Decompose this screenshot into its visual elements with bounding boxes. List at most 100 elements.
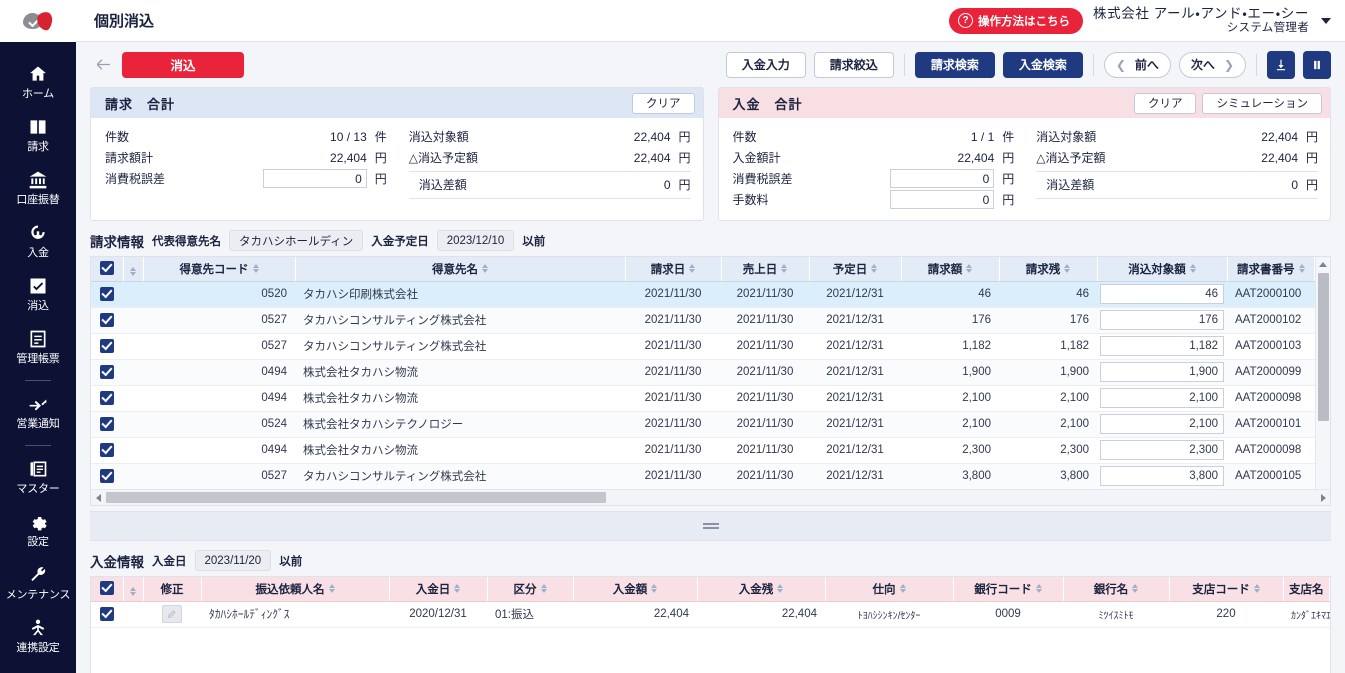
col-branch-name[interactable]: 支店名 (1283, 577, 1330, 602)
app-logo[interactable] (0, 0, 76, 42)
col-target-amount[interactable]: 消込対象額 (1097, 257, 1228, 282)
col-bill-date[interactable]: 請求日 (625, 257, 722, 282)
next-page-button[interactable]: 次へ ❯ (1178, 51, 1246, 78)
row-checkbox-cell[interactable] (91, 281, 123, 308)
sort-icon[interactable] (689, 264, 696, 274)
sidebar-item-report[interactable]: 管理帳票 (0, 321, 76, 374)
scroll-thumb[interactable] (1318, 273, 1329, 421)
deposit-search-button[interactable]: 入金検索 (1002, 51, 1083, 78)
cell-target-amount[interactable]: 46 (1097, 281, 1227, 308)
billing-clear-button[interactable]: クリア (632, 92, 695, 114)
col-invoice-no[interactable]: 請求書番号 (1227, 257, 1315, 282)
cell-target-amount[interactable]: 2,300 (1097, 437, 1227, 464)
billing-tax-diff-input[interactable] (262, 169, 367, 188)
table-row[interactable]: ﾀｶﾊｼﾎｰﾙﾃﾞｨﾝｸﾞｽ 2020/12/31 01:振込 22,404 22,40… (91, 601, 1330, 628)
scroll-thumb-h[interactable] (106, 492, 606, 503)
table-row[interactable]: 0494 株式会社タカハシ物流 2021/11/30 2021/11/30 2021/1… (91, 359, 1315, 386)
target-amount-input[interactable]: 46 (1100, 284, 1224, 304)
cell-target-amount[interactable]: 176 (1097, 307, 1227, 334)
col-bank-code[interactable]: 銀行コード (953, 577, 1064, 602)
row-checkbox[interactable] (100, 338, 114, 353)
sort-icon[interactable] (1132, 584, 1139, 594)
sidebar-item-maintenance[interactable]: メンテナンス (0, 557, 76, 610)
sort-icon[interactable] (540, 584, 547, 594)
row-checkbox[interactable] (100, 442, 114, 457)
col-balance[interactable]: 請求残 (999, 257, 1098, 282)
col-customer-code[interactable]: 得意先コード (143, 257, 296, 282)
deposit-tax-diff-input[interactable] (890, 169, 995, 188)
row-checkbox-cell[interactable] (91, 333, 123, 360)
col-sales-date[interactable]: 売上日 (721, 257, 810, 282)
billing-horizontal-scrollbar[interactable] (91, 489, 1330, 505)
deposit-date-value[interactable]: 2023/11/20 (194, 550, 272, 571)
target-amount-input[interactable]: 1,182 (1100, 336, 1224, 356)
sort-icon[interactable] (252, 264, 259, 274)
sidebar-item-bank-transfer[interactable]: 口座振替 (0, 162, 76, 215)
deposit-input-button[interactable]: 入金入力 (725, 51, 806, 78)
table-row[interactable]: 0527タカハシコンサルティング株式会社2021/11/302021/11/30… (91, 463, 1315, 490)
col-deposit-amount[interactable]: 入金額 (573, 577, 698, 602)
cell-target-amount[interactable]: 2,100 (1097, 385, 1227, 412)
sort-icon[interactable] (130, 266, 136, 276)
sort-icon[interactable] (130, 586, 136, 596)
sort-icon[interactable] (651, 584, 658, 594)
scroll-up-icon[interactable] (1316, 257, 1330, 271)
col-customer-name[interactable]: 得意先名 (295, 257, 626, 282)
row-checkbox-cell[interactable] (91, 411, 123, 438)
billing-sort-header[interactable] (123, 257, 144, 282)
sidebar-item-clearing[interactable]: 消込 (0, 268, 76, 321)
table-row[interactable]: 0520 タカハシ印刷株式会社 2021/11/30 2021/11/30 2021/1… (91, 281, 1315, 308)
cell-target-amount[interactable]: 3,800 (1097, 463, 1227, 490)
download-button[interactable] (1267, 50, 1295, 79)
sidebar-item-invoice[interactable]: 請求 (0, 109, 76, 162)
deposit-sort-header[interactable] (123, 577, 144, 602)
row-checkbox-cell[interactable] (91, 307, 123, 334)
scroll-left-icon[interactable] (91, 490, 105, 505)
table-row[interactable]: 0494 株式会社タカハシ物流 2021/11/30 2021/11/30 2021/1… (91, 437, 1315, 464)
col-branch-code[interactable]: 支店コード (1169, 577, 1284, 602)
sort-icon[interactable] (777, 584, 784, 594)
sidebar-item-sales-notice[interactable]: 営業通知 (0, 386, 76, 439)
caret-down-icon[interactable] (1321, 17, 1331, 24)
sidebar-item-home[interactable]: ホーム (0, 56, 76, 109)
sort-icon[interactable] (454, 584, 461, 594)
target-amount-input[interactable]: 2,300 (1100, 440, 1224, 460)
row-checkbox[interactable] (100, 286, 114, 301)
sidebar-item-settings[interactable]: 設定 (0, 504, 76, 557)
row-checkbox[interactable] (100, 416, 114, 431)
deposit-fee-input[interactable] (890, 190, 995, 209)
sort-icon[interactable] (1253, 584, 1260, 594)
edit-pencil-icon[interactable] (162, 605, 182, 623)
billing-search-button[interactable]: 請求検索 (914, 51, 995, 78)
pause-button[interactable] (1303, 50, 1331, 79)
cell-target-amount[interactable]: 1,900 (1097, 359, 1227, 386)
billing-select-all-header[interactable] (91, 257, 124, 282)
panel-splitter[interactable] (90, 511, 1331, 541)
select-all-checkbox[interactable] (99, 581, 114, 596)
col-payer-name[interactable]: 振込依頼人名 (201, 577, 390, 602)
simulation-button[interactable]: シミュレーション (1202, 92, 1322, 114)
sort-icon[interactable] (871, 264, 878, 274)
sidebar-item-integration[interactable]: 連携設定 (0, 610, 76, 663)
billing-date-value[interactable]: 2023/12/10 (436, 230, 515, 251)
col-deposit-balance[interactable]: 入金残 (697, 577, 826, 602)
row-checkbox-cell[interactable] (91, 463, 123, 490)
select-all-checkbox[interactable] (99, 261, 114, 276)
clearing-execute-button[interactable]: 消込 (122, 51, 244, 78)
target-amount-input[interactable]: 2,100 (1100, 414, 1224, 434)
col-kind[interactable]: 区分 (487, 577, 574, 602)
row-checkbox[interactable] (100, 364, 114, 379)
sort-icon[interactable] (1035, 584, 1042, 594)
help-button[interactable]: ? 操作方法はこちら (949, 7, 1084, 34)
sidebar-item-deposit[interactable]: 入金 (0, 215, 76, 268)
billing-filter-value[interactable]: タカハシホールディン (229, 230, 364, 251)
target-amount-input[interactable]: 1,900 (1100, 362, 1224, 382)
row-checkbox-cell[interactable] (91, 385, 123, 412)
sort-icon[interactable] (1298, 264, 1305, 274)
row-checkbox[interactable] (100, 390, 114, 405)
billing-vertical-scrollbar[interactable] (1315, 257, 1330, 505)
cell-target-amount[interactable]: 1,182 (1097, 333, 1227, 360)
row-checkbox[interactable] (100, 606, 114, 621)
deposit-select-all-header[interactable] (91, 577, 124, 602)
row-checkbox-cell[interactable] (91, 437, 123, 464)
